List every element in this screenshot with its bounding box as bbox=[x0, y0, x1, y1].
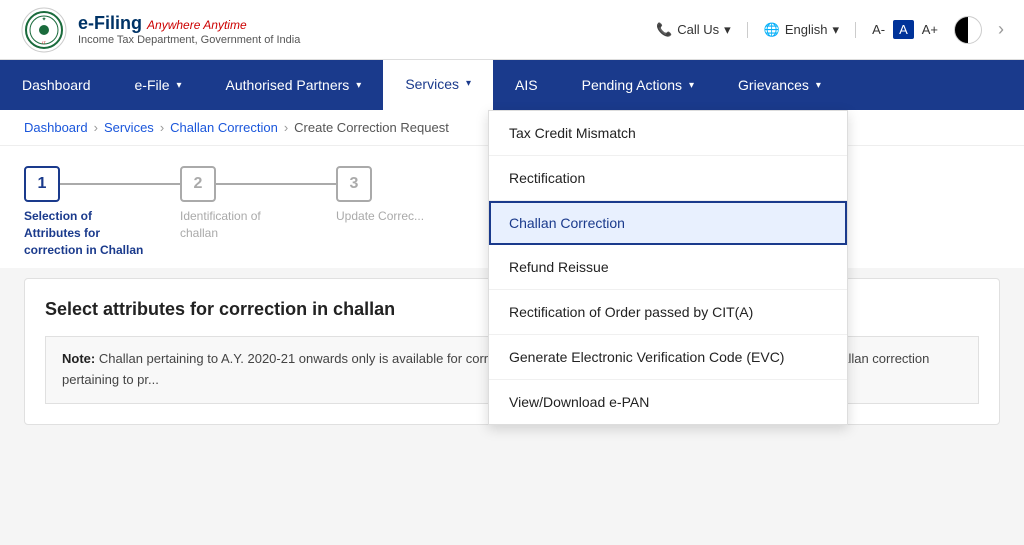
call-us-arrow: ▾ bbox=[724, 22, 731, 38]
step-circle-3: 3 bbox=[336, 166, 372, 202]
top-bar: ✦ IT e-Filing Anywhere Anytime Income Ta… bbox=[0, 0, 1024, 60]
efiling-label: e-Filing bbox=[78, 13, 142, 33]
nav-item-services[interactable]: Services ▾ bbox=[383, 60, 493, 110]
call-us-button[interactable]: 📞 Call Us ▾ bbox=[656, 22, 731, 38]
font-increase-button[interactable]: A+ bbox=[922, 22, 938, 37]
services-arrow: ▾ bbox=[466, 78, 471, 89]
scroll-button[interactable]: › bbox=[998, 19, 1004, 40]
note-label: Note: bbox=[62, 351, 95, 366]
nav-item-efile[interactable]: e-File ▾ bbox=[113, 60, 204, 110]
step-2: 2 Identification of challan bbox=[180, 166, 336, 242]
step-circle-1: 1 bbox=[24, 166, 60, 202]
dropdown-item-refund-reissue[interactable]: Refund Reissue bbox=[489, 245, 847, 290]
pending-arrow: ▾ bbox=[689, 80, 694, 91]
breadcrumb-sep-2: › bbox=[160, 120, 164, 135]
step-label-1: Selection of Attributes for correction i… bbox=[24, 208, 144, 258]
breadcrumb-dashboard[interactable]: Dashboard bbox=[24, 120, 88, 135]
efile-arrow: ▾ bbox=[177, 80, 182, 91]
step-label-2: Identification of challan bbox=[180, 208, 300, 242]
language-selector[interactable]: 🌐 English ▾ bbox=[747, 22, 856, 38]
dropdown-item-rectification-cit[interactable]: Rectification of Order passed by CIT(A) bbox=[489, 290, 847, 335]
svg-text:✦: ✦ bbox=[41, 16, 46, 23]
nav-item-pending[interactable]: Pending Actions ▾ bbox=[560, 60, 716, 110]
logo-area: ✦ IT e-Filing Anywhere Anytime Income Ta… bbox=[20, 6, 300, 54]
font-controls: A- A A+ bbox=[872, 20, 938, 39]
nav-item-dashboard[interactable]: Dashboard bbox=[0, 60, 113, 110]
anywhere-label: Anywhere Anytime bbox=[147, 18, 247, 32]
phone-icon: 📞 bbox=[656, 22, 672, 38]
lang-arrow: ▾ bbox=[833, 22, 840, 38]
breadcrumb-sep-1: › bbox=[94, 120, 98, 135]
step-circle-2: 2 bbox=[180, 166, 216, 202]
step-line-1 bbox=[60, 183, 180, 185]
globe-icon: 🌐 bbox=[764, 22, 780, 38]
breadcrumb-sep-3: › bbox=[284, 120, 288, 135]
dropdown-item-tax-credit[interactable]: Tax Credit Mismatch bbox=[489, 111, 847, 156]
font-normal-button[interactable]: A bbox=[893, 20, 914, 39]
step-3: 3 Update Correc... bbox=[336, 166, 424, 225]
svg-text:IT: IT bbox=[42, 40, 46, 45]
top-actions: 📞 Call Us ▾ 🌐 English ▾ A- A A+ › bbox=[656, 16, 1004, 44]
dropdown-item-evc[interactable]: Generate Electronic Verification Code (E… bbox=[489, 335, 847, 380]
font-decrease-button[interactable]: A- bbox=[872, 22, 885, 37]
dropdown-item-epan[interactable]: View/Download e-PAN bbox=[489, 380, 847, 424]
nav-item-partners[interactable]: Authorised Partners ▾ bbox=[204, 60, 384, 110]
dropdown-item-challan-correction[interactable]: Challan Correction bbox=[489, 201, 847, 245]
logo-text: e-Filing Anywhere Anytime Income Tax Dep… bbox=[78, 13, 300, 46]
services-dropdown: Tax Credit Mismatch Rectification Challa… bbox=[488, 110, 848, 425]
grievances-arrow: ▾ bbox=[816, 80, 821, 91]
step-label-3: Update Correc... bbox=[336, 208, 424, 225]
nav-item-ais[interactable]: AIS bbox=[493, 60, 560, 110]
breadcrumb-current: Create Correction Request bbox=[294, 120, 449, 135]
nav-bar: Dashboard e-File ▾ Authorised Partners ▾… bbox=[0, 60, 1024, 110]
emblem-icon: ✦ IT bbox=[20, 6, 68, 54]
breadcrumb-services[interactable]: Services bbox=[104, 120, 154, 135]
step-1: 1 Selection of Attributes for correction… bbox=[24, 166, 180, 258]
partners-arrow: ▾ bbox=[356, 80, 361, 91]
logo-subtitle: Income Tax Department, Government of Ind… bbox=[78, 34, 300, 46]
contrast-button[interactable] bbox=[954, 16, 982, 44]
nav-item-grievances[interactable]: Grievances ▾ bbox=[716, 60, 843, 110]
step-line-2 bbox=[216, 183, 336, 185]
dropdown-item-rectification[interactable]: Rectification bbox=[489, 156, 847, 201]
breadcrumb-challan[interactable]: Challan Correction bbox=[170, 120, 278, 135]
